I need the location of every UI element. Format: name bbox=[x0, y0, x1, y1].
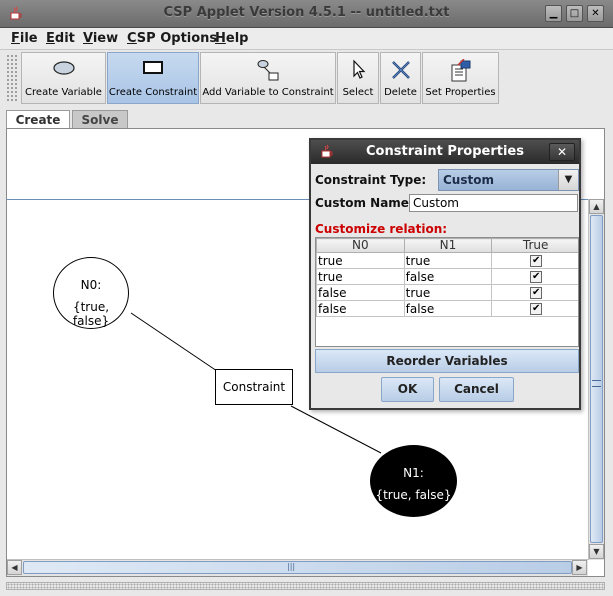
allowed-checkbox[interactable]: ✔ bbox=[530, 303, 543, 315]
dialog-title: Constraint Properties bbox=[366, 144, 524, 159]
maximize-button[interactable]: □ bbox=[566, 5, 583, 22]
cell-true: ✔ bbox=[491, 252, 578, 269]
toolbar: Create Variable Create Constraint Add Va… bbox=[0, 50, 613, 106]
horizontal-scrollbar[interactable]: ◀ ||| ▶ bbox=[7, 559, 588, 576]
ok-button[interactable]: OK bbox=[381, 377, 434, 402]
scroll-down-button[interactable]: ▼ bbox=[589, 544, 604, 559]
delete-label: Delete bbox=[384, 87, 417, 98]
scroll-left-button[interactable]: ◀ bbox=[7, 560, 22, 575]
edge-n0-constraint bbox=[130, 312, 218, 372]
cell-n1[interactable]: false bbox=[403, 300, 493, 317]
reorder-variables-button[interactable]: Reorder Variables bbox=[315, 349, 579, 373]
table-row[interactable]: true true ✔ bbox=[316, 252, 578, 269]
tab-solve[interactable]: Solve bbox=[72, 110, 128, 129]
dialog-title-bar[interactable]: Constraint Properties ✕ bbox=[311, 140, 579, 164]
create-constraint-button[interactable]: Create Constraint bbox=[107, 52, 199, 104]
variable-domain: {true, false} bbox=[375, 488, 452, 502]
horizontal-scroll-thumb[interactable] bbox=[23, 561, 572, 574]
cursor-arrow-icon bbox=[338, 59, 378, 85]
variable-ellipse-icon bbox=[22, 59, 105, 85]
scroll-up-button[interactable]: ▲ bbox=[589, 199, 604, 214]
constraint-type-value: Custom bbox=[443, 173, 494, 187]
vertical-thumb-grip bbox=[592, 380, 601, 387]
select-button[interactable]: Select bbox=[337, 52, 379, 104]
cell-true: ✔ bbox=[491, 268, 578, 285]
create-constraint-label: Create Constraint bbox=[108, 87, 198, 98]
customize-relation-label: Customize relation: bbox=[315, 222, 448, 236]
scroll-right-button[interactable]: ▶ bbox=[572, 560, 587, 575]
vertical-scroll-thumb[interactable] bbox=[590, 215, 603, 543]
column-header-n1[interactable]: N1 bbox=[403, 238, 493, 253]
allowed-checkbox[interactable]: ✔ bbox=[530, 255, 543, 267]
add-variable-to-constraint-button[interactable]: Add Variable to Constraint bbox=[200, 52, 336, 104]
delete-x-icon bbox=[381, 59, 420, 85]
window-title: CSP Applet Version 4.5.1 -- untitled.txt bbox=[163, 5, 450, 20]
cell-true: ✔ bbox=[491, 300, 578, 317]
window-title-bar[interactable]: CSP Applet Version 4.5.1 -- untitled.txt… bbox=[0, 0, 613, 28]
column-header-n0[interactable]: N0 bbox=[316, 238, 405, 253]
allowed-checkbox[interactable]: ✔ bbox=[530, 271, 543, 283]
csp-applet-window: CSP Applet Version 4.5.1 -- untitled.txt… bbox=[0, 0, 613, 596]
minimize-button[interactable]: ▁ bbox=[545, 5, 562, 22]
variable-domain: {true, false} bbox=[72, 300, 110, 328]
constraint-properties-dialog: Constraint Properties ✕ Constraint Type:… bbox=[309, 138, 581, 410]
status-strip bbox=[6, 582, 605, 590]
toolbar-grip-handle[interactable] bbox=[6, 54, 18, 102]
link-icon bbox=[201, 59, 335, 85]
set-properties-label: Set Properties bbox=[425, 87, 496, 98]
cell-n1[interactable]: true bbox=[403, 284, 493, 301]
cell-n1[interactable]: true bbox=[403, 252, 493, 269]
create-variable-label: Create Variable bbox=[25, 87, 102, 98]
allowed-checkbox[interactable]: ✔ bbox=[530, 287, 543, 299]
select-label: Select bbox=[342, 87, 374, 98]
cancel-button[interactable]: Cancel bbox=[439, 377, 514, 402]
menu-csp-options[interactable]: CSP Options bbox=[127, 31, 217, 46]
cell-n0[interactable]: true bbox=[316, 268, 405, 285]
horizontal-thumb-grip: ||| bbox=[287, 562, 296, 571]
cell-n1[interactable]: false bbox=[403, 268, 493, 285]
menu-bar: File Edit View CSP Options Help bbox=[0, 28, 613, 50]
relation-table: N0 N1 True true true ✔ true false ✔ false true ✔… bbox=[315, 237, 579, 347]
cell-n0[interactable]: false bbox=[316, 284, 405, 301]
constraint-type-dropdown[interactable]: Custom ▼ bbox=[438, 169, 579, 191]
menu-view[interactable]: View bbox=[83, 31, 118, 46]
menu-help[interactable]: Help bbox=[215, 31, 248, 46]
add-variable-to-constraint-label: Add Variable to Constraint bbox=[202, 87, 334, 98]
close-window-button[interactable]: ✕ bbox=[587, 5, 604, 22]
delete-button[interactable]: Delete bbox=[380, 52, 421, 104]
variable-node-n0[interactable]: N0: {true, false} bbox=[53, 257, 129, 329]
java-cup-icon bbox=[319, 144, 335, 160]
tab-create[interactable]: Create bbox=[6, 110, 70, 129]
variable-name: N0: bbox=[80, 278, 102, 292]
constraint-type-label: Constraint Type: bbox=[315, 173, 427, 187]
constraint-rect-icon bbox=[108, 59, 198, 85]
custom-name-label: Custom Name: bbox=[315, 196, 414, 210]
dialog-close-button[interactable]: ✕ bbox=[549, 143, 575, 161]
table-row[interactable]: false true ✔ bbox=[316, 284, 578, 301]
column-header-true[interactable]: True bbox=[491, 238, 578, 253]
edge-constraint-n1 bbox=[290, 405, 382, 454]
create-variable-button[interactable]: Create Variable bbox=[21, 52, 106, 104]
custom-name-field[interactable] bbox=[409, 194, 578, 212]
properties-icon bbox=[423, 59, 498, 85]
set-properties-button[interactable]: Set Properties bbox=[422, 52, 499, 104]
chevron-down-icon: ▼ bbox=[558, 170, 578, 190]
vertical-scrollbar[interactable]: ▲ ▼ bbox=[588, 199, 604, 560]
cell-n0[interactable]: true bbox=[316, 252, 405, 269]
table-row[interactable]: true false ✔ bbox=[316, 268, 578, 285]
cell-true: ✔ bbox=[491, 284, 578, 301]
constraint-node[interactable]: Constraint bbox=[215, 369, 293, 405]
variable-node-n1[interactable]: N1: {true, false} bbox=[370, 445, 457, 517]
cell-n0[interactable]: false bbox=[316, 300, 405, 317]
table-row[interactable]: false false ✔ bbox=[316, 300, 578, 317]
menu-edit[interactable]: Edit bbox=[46, 31, 75, 46]
menu-file[interactable]: File bbox=[11, 31, 38, 46]
variable-name: N1: bbox=[403, 466, 424, 480]
